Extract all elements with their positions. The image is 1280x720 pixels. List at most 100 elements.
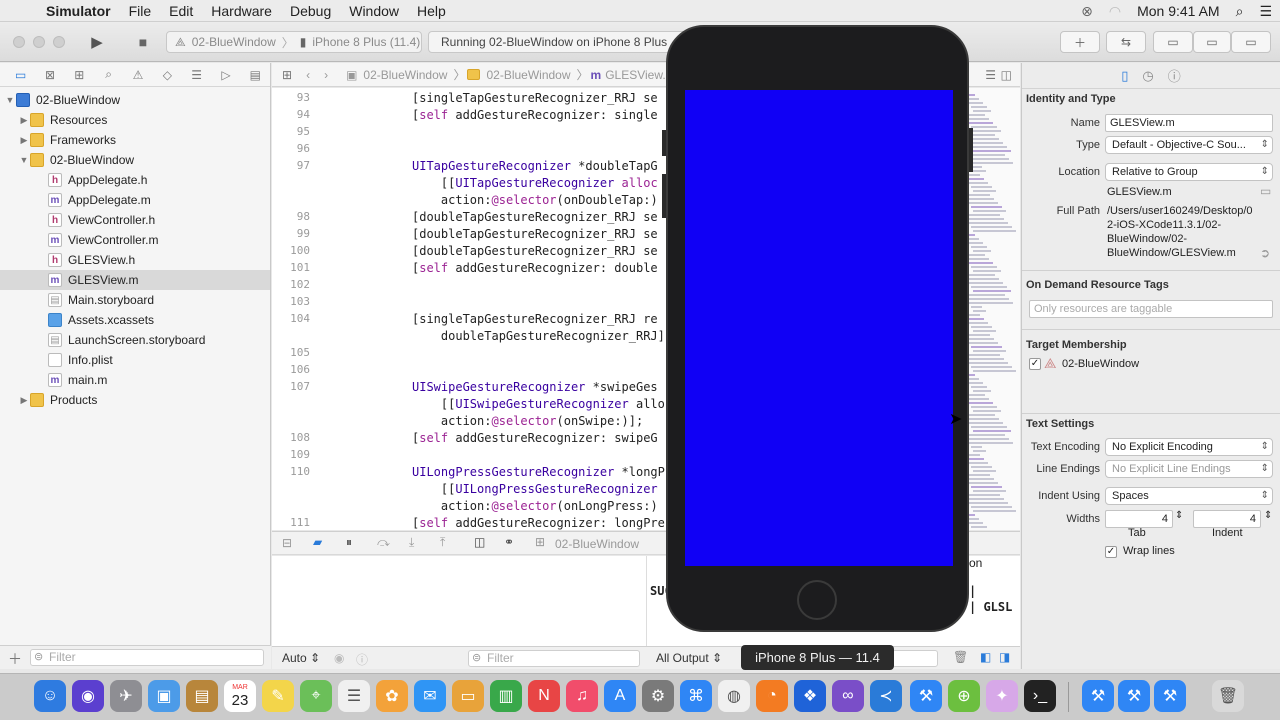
line-number[interactable]: 109 — [272, 448, 310, 461]
messages-icon[interactable]: ✉ — [414, 680, 446, 712]
tree-file-assets[interactable]: Assets.xcassets — [0, 310, 270, 330]
debug-process-name[interactable]: 02-BlueWindow — [555, 537, 639, 551]
code-line[interactable]: [self addGestureRecognizer: double — [412, 261, 658, 275]
line-number[interactable]: 102 — [272, 278, 310, 291]
breadcrumb-project[interactable]: 02-BlueWindow — [363, 68, 447, 82]
trash-icon[interactable]: 🗑 — [1212, 680, 1244, 712]
test-diamond-icon[interactable]: ◇ — [153, 68, 182, 82]
indent-using-popup[interactable]: Spaces — [1105, 487, 1273, 505]
hide-debug-area-icon[interactable]: ⊟ — [282, 536, 292, 550]
memory-graph-icon[interactable]: ⚭ — [504, 535, 514, 549]
auto-scope-selector[interactable]: Auto ⇕ — [282, 651, 320, 665]
tab-width-stepper[interactable]: ⇕ — [1175, 510, 1183, 521]
notes-icon[interactable]: ✎ — [262, 680, 294, 712]
dropbox-icon[interactable]: ❖ — [794, 680, 826, 712]
code-line[interactable]: action:@selector(onDoubleTap:) — [412, 193, 658, 207]
related-items-icon[interactable]: ⊞ — [282, 68, 292, 82]
notification-center-icon[interactable]: ☰ — [1251, 3, 1280, 20]
chrome-icon[interactable]: ◍ — [718, 680, 750, 712]
numbers-icon[interactable]: ▥ — [490, 680, 522, 712]
code-line[interactable]: [[UITapGestureRecognizer alloc — [412, 176, 658, 190]
file-inspector-icon[interactable]: ▯ — [1121, 68, 1128, 84]
tree-file-viewcontroller-h[interactable]: h ViewController.h — [0, 210, 270, 230]
code-line[interactable]: [self addGestureRecognizer: swipeG — [412, 431, 658, 445]
line-number[interactable]: 104 — [272, 312, 310, 325]
line-number[interactable]: 101 — [272, 261, 310, 274]
tree-file-viewcontroller-m[interactable]: m ViewController.m — [0, 230, 270, 250]
variables-filter-input[interactable]: Filter — [468, 650, 640, 667]
xcode4-icon[interactable]: ⚒ — [1154, 680, 1186, 712]
find-icon[interactable]: ⌕ — [94, 67, 123, 82]
code-review-button[interactable]: ⇆ — [1106, 31, 1146, 53]
breadcrumb-group[interactable]: 02-BlueWindow — [486, 68, 570, 82]
line-number[interactable]: 100 — [272, 244, 310, 257]
xcode2-icon[interactable]: ⚒ — [1082, 680, 1114, 712]
step-out-icon[interactable]: ⤒ — [440, 535, 445, 550]
source-control-icon[interactable]: ⊠ — [35, 68, 64, 82]
tree-folder-app[interactable]: ▼ 02-BlueWindow — [0, 150, 270, 170]
indent-width-stepper[interactable]: ⇕ — [1264, 510, 1272, 521]
forward-arrow-icon[interactable]: › — [324, 68, 328, 82]
line-number[interactable]: 96 — [272, 142, 310, 155]
add-file-icon[interactable]: ＋ — [8, 649, 22, 669]
scheme-selector[interactable]: ⟁ 02-BlueWindow 〉 ▮ iPhone 8 Plus (11.4) — [166, 31, 422, 53]
eye-icon[interactable]: ◉ — [334, 651, 344, 665]
android-icon[interactable]: ⊕ — [948, 680, 980, 712]
wrap-lines-checkbox[interactable]: ✓ — [1105, 546, 1117, 558]
finder-icon[interactable]: ☺ — [34, 680, 66, 712]
zoom-window-button[interactable] — [53, 36, 65, 48]
tree-file-launchscreen[interactable]: ▤ LaunchScreen.storyboard — [0, 330, 270, 350]
maps-icon[interactable]: ⌖ — [300, 680, 332, 712]
tags-field[interactable]: Only resources are taggable — [1029, 300, 1273, 318]
line-number[interactable]: 97 — [272, 159, 310, 172]
toggle-navigator-button[interactable]: ▭ — [1153, 31, 1193, 53]
quick-help-icon[interactable]: ⓘ — [1168, 66, 1181, 85]
disclosure-closed-icon[interactable]: ▶ — [18, 135, 30, 146]
launchpad-icon[interactable]: ✈ — [110, 680, 142, 712]
code-line[interactable]: [[UILongPressGestureRecognizer — [412, 482, 658, 496]
menu-help[interactable]: Help — [408, 3, 455, 19]
code-line[interactable]: [self addGestureRecognizer: single — [412, 108, 658, 122]
xcode-icon[interactable]: ⚒ — [910, 680, 942, 712]
bluebird-icon[interactable]: ✦ — [986, 680, 1018, 712]
run-button[interactable]: ▶ — [84, 31, 110, 53]
tab-width-field[interactable]: 4 — [1105, 510, 1173, 528]
wifi-icon[interactable]: ◠ — [1101, 3, 1129, 20]
target-checkbox[interactable]: ✓ — [1029, 358, 1041, 370]
indent-width-field[interactable]: 4 — [1193, 510, 1261, 528]
menu-app-name[interactable]: Simulator — [36, 3, 120, 19]
issue-warning-icon[interactable]: ⚠ — [123, 68, 152, 82]
code-line[interactable]: UITapGestureRecognizer *doubleTapG — [412, 159, 658, 173]
line-number[interactable]: 108 — [272, 431, 310, 444]
trash-icon[interactable]: 🗑 — [953, 650, 968, 664]
line-number[interactable]: 98 — [272, 210, 310, 223]
close-window-button[interactable] — [13, 36, 25, 48]
library-button[interactable]: ＋ — [1060, 31, 1100, 53]
music-icon[interactable]: ♫ — [566, 680, 598, 712]
visualstudio-icon[interactable]: ∞ — [832, 680, 864, 712]
code-line[interactable]: action:@selector(onSwipe:)]; — [412, 414, 643, 428]
code-line[interactable]: [[UISwipeGestureRecognizer allo — [412, 397, 665, 411]
creative-cloud-icon[interactable]: ⊗ — [1073, 3, 1101, 20]
menu-debug[interactable]: Debug — [281, 3, 340, 19]
tree-file-main-storyboard[interactable]: ▤ Main.storyboard — [0, 290, 270, 310]
tree-file-appdelegate-h[interactable]: h AppDelegate.h — [0, 170, 270, 190]
encoding-popup[interactable]: No Explicit Encoding — [1105, 438, 1273, 456]
preview-icon[interactable]: ▣ — [148, 680, 180, 712]
disclosure-open-icon[interactable]: ▼ — [4, 95, 16, 105]
step-into-icon[interactable]: ⤓ — [409, 535, 414, 550]
code-line[interactable]: [singleTapGestureRecognizer_RRJ se — [412, 91, 658, 105]
appstore-icon[interactable]: A — [604, 680, 636, 712]
step-over-icon[interactable]: ⤼ — [377, 535, 390, 550]
line-endings-popup[interactable]: No Explicit Line Endings — [1105, 460, 1273, 478]
reminders-icon[interactable]: ☰ — [338, 680, 370, 712]
line-number[interactable]: 105 — [272, 346, 310, 359]
siri-icon[interactable]: ◉ — [72, 680, 104, 712]
code-line[interactable]: doubleTapGestureRecognizer_RRJ] — [412, 329, 665, 343]
tree-file-info-plist[interactable]: Info.plist — [0, 350, 270, 370]
menu-window[interactable]: Window — [340, 3, 408, 19]
pause-icon[interactable]: ⏸ — [346, 535, 352, 550]
code-line[interactable]: [doubleTapGestureRecognizer_RRJ se — [412, 227, 658, 241]
type-popup[interactable]: Default - Objective-C Sou... — [1105, 136, 1273, 154]
disclosure-closed-icon[interactable]: ▶ — [18, 395, 30, 406]
